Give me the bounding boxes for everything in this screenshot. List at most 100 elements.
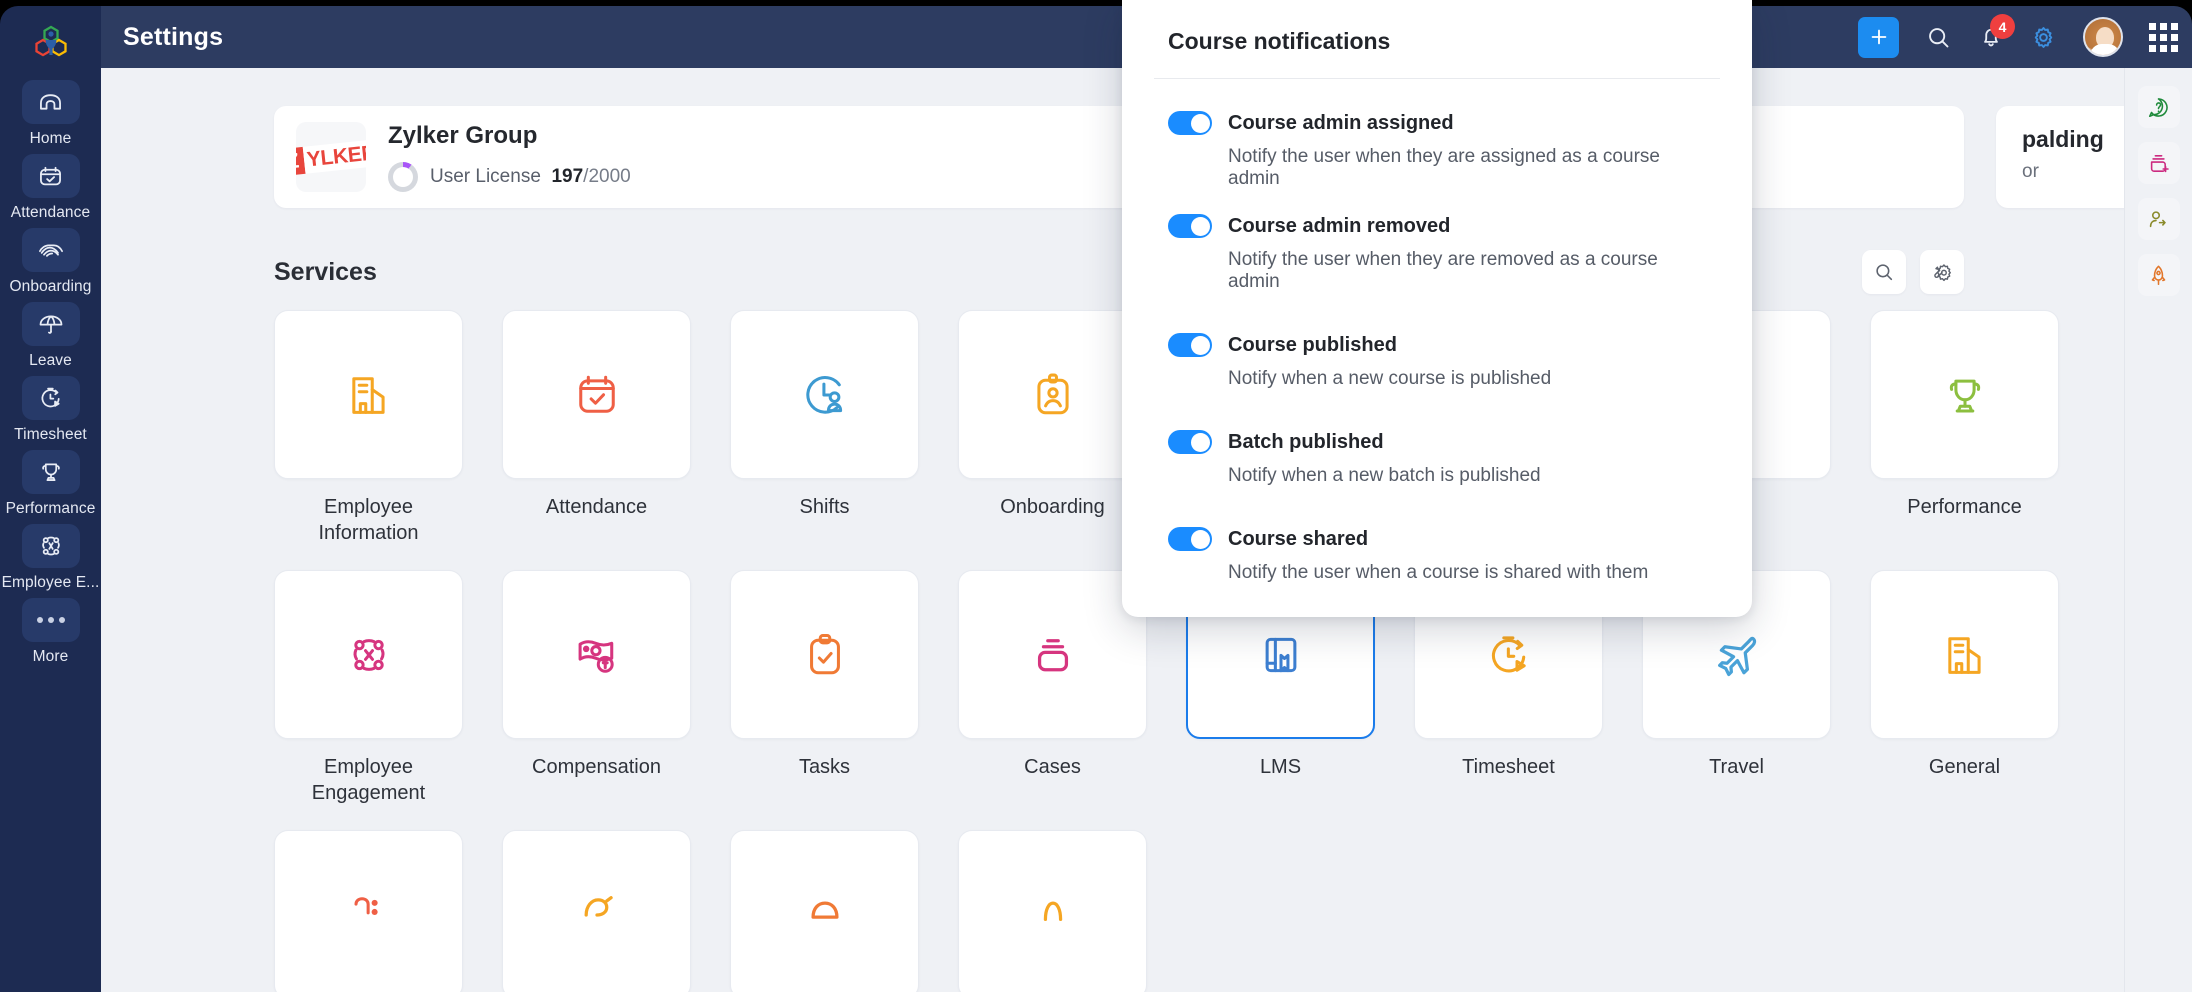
toggle-course-published[interactable]	[1168, 333, 1212, 357]
home-icon	[21, 80, 80, 124]
service-label: Tasks	[798, 756, 851, 779]
service-tile-cases[interactable]: Cases	[958, 570, 1147, 806]
engagement-icon	[21, 524, 80, 568]
sidebar-item-home[interactable]: Home	[0, 80, 101, 148]
sidebar-item-performance[interactable]: Performance	[0, 450, 101, 518]
notification-description: Notify when a new batch is published	[1228, 465, 1541, 486]
service-tile-onboarding[interactable]: Onboarding	[958, 310, 1147, 546]
notification-description: Notify the user when they are assigned a…	[1228, 146, 1660, 189]
trophy-icon	[21, 450, 80, 494]
calendar-check-icon	[502, 310, 691, 479]
course-notifications-popover: Course notifications Course admin assign…	[1122, 0, 1752, 617]
sidebar-item-label: Home	[29, 130, 72, 147]
service-tile-compensation[interactable]: Compensation	[502, 570, 691, 806]
service-label: Performance	[1907, 496, 2022, 518]
sidebar-item-label: Onboarding	[9, 278, 92, 295]
rocket-icon[interactable]	[2137, 254, 2180, 296]
apps-grid-icon[interactable]	[2149, 22, 2178, 52]
header-actions: 4	[1858, 6, 2178, 68]
toggle-batch-published[interactable]	[1168, 430, 1212, 454]
clipboard-check-icon	[730, 570, 919, 740]
service-label: Employee Information	[318, 496, 419, 544]
service-tile-partial-1[interactable]	[274, 830, 463, 992]
toggle-course-admin-removed[interactable]	[1168, 214, 1212, 238]
partial-icon	[502, 830, 691, 992]
notification-setting-course-published: Course published Notify when a new cours…	[1168, 333, 1706, 390]
sidebar-item-label: Leave	[29, 352, 72, 369]
partial-icon	[958, 830, 1147, 992]
building-info-icon	[1870, 570, 2059, 740]
service-label: Compensation	[532, 756, 661, 779]
engagement-icon	[274, 570, 463, 740]
sidebar-item-leave[interactable]: Leave	[0, 302, 101, 370]
trophy-icon	[1870, 310, 2059, 479]
popover-body: Course admin assigned Notify the user wh…	[1122, 79, 1752, 584]
add-button[interactable]	[1858, 16, 1899, 58]
service-tile-partial-2[interactable]	[502, 830, 691, 992]
building-info-icon	[274, 310, 463, 479]
sidebar-item-label: Attendance	[10, 204, 91, 221]
sidebar-item-onboarding[interactable]: Onboarding	[0, 228, 101, 296]
case-stack-icon	[958, 570, 1147, 740]
beach-umbrella-icon	[21, 302, 80, 346]
notification-setting-course-admin-assigned: Course admin assigned Notify the user wh…	[1168, 111, 1706, 190]
notifications-bell-icon[interactable]: 4	[1978, 14, 2015, 50]
service-tile-employee-engagement[interactable]: Employee Engagement	[274, 570, 463, 806]
clock-person-icon	[730, 310, 919, 479]
notification-setting-course-shared: Course shared Notify the user when a cou…	[1168, 527, 1706, 584]
notification-title: Course published	[1228, 333, 1397, 356]
sidebar-item-attendance[interactable]: Attendance	[0, 154, 101, 222]
help-chat-icon[interactable]	[2137, 86, 2180, 128]
service-tile-general[interactable]: General	[1870, 570, 2059, 806]
toggle-course-admin-assigned[interactable]	[1168, 111, 1212, 135]
zoho-people-logo-icon[interactable]	[28, 20, 74, 66]
notification-setting-batch-published: Batch published Notify when a new batch …	[1168, 430, 1706, 487]
sidebar-item-more[interactable]: More	[0, 598, 101, 666]
sidebar-item-label: Performance	[5, 500, 96, 517]
service-tile-partial-3[interactable]	[730, 830, 919, 992]
service-tile-tasks[interactable]: Tasks	[730, 570, 919, 806]
page-title: Settings	[123, 22, 224, 51]
service-label: LMS	[1259, 756, 1302, 779]
calendar-check-icon	[21, 154, 80, 198]
money-coins-icon	[502, 570, 691, 740]
service-tile-performance[interactable]: Performance	[1870, 310, 2059, 546]
license-progress-ring	[388, 162, 418, 192]
primary-sidebar: Home Attendance Onboarding Leave Timeshe…	[0, 6, 101, 992]
service-tile-attendance[interactable]: Attendance	[502, 310, 691, 546]
notification-title: Course admin removed	[1228, 214, 1451, 237]
services-search-icon[interactable]	[1862, 250, 1906, 294]
toggle-course-shared[interactable]	[1168, 527, 1212, 551]
service-label: Cases	[1024, 756, 1081, 779]
notification-description: Notify the user when a course is shared …	[1228, 562, 1649, 583]
services-customize-icon[interactable]	[1920, 250, 1964, 294]
service-tile-shifts[interactable]: Shifts	[730, 310, 919, 546]
user-license-row: User License 197/2000	[388, 162, 631, 192]
user-avatar[interactable]	[2083, 17, 2123, 57]
sidebar-item-label: More	[32, 648, 69, 665]
notification-description: Notify when a new course is published	[1228, 368, 1552, 389]
add-case-icon[interactable]	[2137, 142, 2180, 184]
sidebar-item-timesheet[interactable]: Timesheet	[0, 376, 101, 444]
service-label: Timesheet	[1462, 756, 1555, 779]
notification-title: Course admin assigned	[1228, 111, 1454, 134]
sidebar-item-employee-engagement[interactable]: Employee E...	[0, 524, 101, 592]
gear-icon[interactable]	[2030, 24, 2057, 51]
services-title: Services	[274, 257, 377, 286]
service-tile-partial-4[interactable]	[958, 830, 1147, 992]
service-label: Attendance	[545, 496, 648, 518]
right-rail	[2124, 68, 2192, 992]
notification-title: Batch published	[1228, 430, 1384, 453]
partial-icon	[274, 830, 463, 992]
id-badge-icon	[958, 310, 1147, 479]
share-user-icon[interactable]	[2137, 198, 2180, 240]
service-label: General	[1928, 756, 2001, 779]
search-icon[interactable]	[1925, 24, 1952, 51]
partial-icon	[730, 830, 919, 992]
zylker-logo-rest: YLKER	[302, 138, 366, 174]
services-row	[274, 830, 1994, 992]
notification-title: Course shared	[1228, 527, 1369, 550]
zylker-logo-icon: Z YLKER	[296, 122, 366, 192]
stopwatch-play-icon	[21, 376, 80, 420]
service-tile-employee-information[interactable]: Employee Information	[274, 310, 463, 546]
